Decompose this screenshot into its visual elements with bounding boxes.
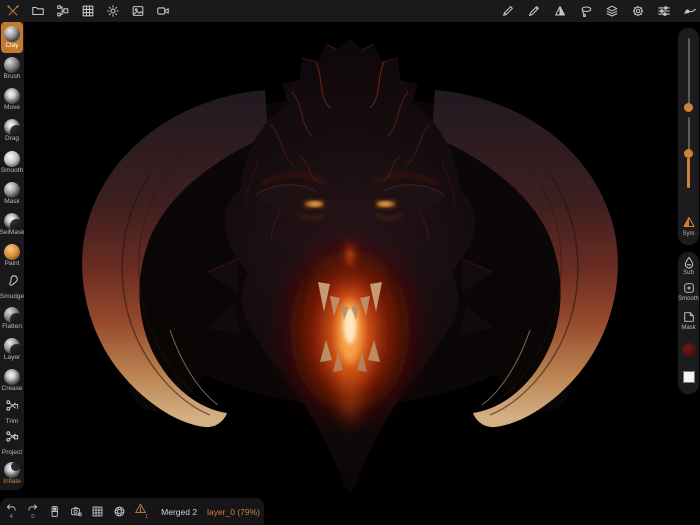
symmetry-label: Sym (678, 231, 699, 237)
paint-brush-icon (4, 244, 20, 260)
drag-brush-icon (4, 119, 20, 135)
trim-scissors-icon (5, 398, 20, 418)
sculpt-app-window: Clay Brush Move Drag Smooth Mask SelMask (0, 0, 700, 525)
falloff-curve-icon[interactable] (682, 4, 697, 19)
selmask-brush-icon (4, 213, 20, 229)
tool-label: Drag (5, 136, 19, 143)
radius-slider-handle[interactable] (684, 103, 693, 112)
clay-brush-icon (4, 26, 20, 42)
top-toolbar (0, 0, 700, 22)
tool-inflate[interactable]: Inflate (1, 459, 23, 490)
status-bar: 4 0 1 Merged 2 layer_0 (79%) (0, 498, 264, 525)
tool-layer[interactable]: Layer (1, 334, 23, 365)
render-settings-icon[interactable] (69, 505, 84, 518)
primary-color-swatch[interactable] (682, 343, 696, 357)
sculpt-canvas[interactable] (0, 0, 700, 525)
tools-icon[interactable] (5, 4, 20, 19)
warning-indicator[interactable]: 1 (134, 502, 149, 521)
tool-smudge[interactable]: Smudge (1, 272, 23, 303)
interface-toggle-icon[interactable] (47, 505, 62, 518)
environment-icon[interactable] (105, 4, 120, 19)
project-scissors-icon (5, 429, 20, 449)
stroke-options-panel: Sub Smooth Mask (678, 252, 699, 394)
tool-project[interactable]: Project (1, 427, 23, 458)
tool-label: Paint (5, 261, 20, 268)
settings-gear-icon[interactable] (630, 4, 645, 19)
tool-mask[interactable]: Mask (1, 178, 23, 209)
mask-brush-icon (4, 182, 20, 198)
tool-label: Crease (2, 386, 23, 393)
wireframe-toggle-icon[interactable] (112, 505, 127, 518)
brush-brush-icon (4, 57, 20, 73)
pencil-icon[interactable] (500, 4, 515, 19)
lasso-icon[interactable] (578, 4, 593, 19)
tool-label: Trim (6, 419, 19, 426)
move-brush-icon (4, 88, 20, 104)
sub-label: Sub (678, 270, 699, 276)
brush-toolbar: Clay Brush Move Drag Smooth Mask SelMask (0, 22, 24, 490)
inflate-brush-icon (4, 462, 20, 478)
smooth-mode-label: Smooth (678, 296, 699, 302)
tool-label: Brush (4, 74, 21, 81)
undo-count: 4 (10, 515, 13, 521)
sliders-icon[interactable] (656, 4, 671, 19)
mask-mode-icon[interactable] (683, 311, 695, 323)
scene-graph-icon[interactable] (55, 4, 70, 19)
radius-slider-track[interactable] (688, 38, 690, 110)
tool-label: Flatten (2, 324, 22, 331)
tool-label: Layer (4, 355, 20, 362)
topology-grid-icon[interactable] (80, 4, 95, 19)
sub-droplet-icon[interactable] (682, 256, 695, 269)
tool-label: SelMask (0, 230, 24, 237)
demon-head-render (0, 0, 700, 525)
tool-label: Move (4, 105, 20, 112)
layer-brush-icon (4, 338, 20, 354)
redo-count: 0 (31, 515, 34, 521)
tool-flatten[interactable]: Flatten (1, 303, 23, 334)
warning-count: 1 (145, 515, 148, 521)
folder-icon[interactable] (30, 4, 45, 19)
tool-move[interactable]: Move (1, 84, 23, 115)
tool-drag[interactable]: Drag (1, 116, 23, 147)
crease-brush-icon (4, 369, 20, 385)
tool-crease[interactable]: Crease (1, 365, 23, 396)
redo-button[interactable]: 0 (26, 502, 41, 521)
image-icon[interactable] (130, 4, 145, 19)
tool-brush[interactable]: Brush (1, 53, 23, 84)
tool-paint[interactable]: Paint (1, 240, 23, 271)
symmetry-icon[interactable] (683, 216, 695, 228)
layers-icon[interactable] (604, 4, 619, 19)
flatten-brush-icon (4, 307, 20, 323)
smooth-mode-icon[interactable] (683, 282, 695, 294)
tool-label: Project (2, 450, 22, 457)
tool-selmask[interactable]: SelMask (1, 209, 23, 240)
paint-tool-icon[interactable] (526, 4, 541, 19)
secondary-color-swatch[interactable] (683, 371, 695, 383)
tool-label: Smudge (0, 294, 24, 301)
grid-toggle-icon[interactable] (90, 505, 105, 518)
tool-label: Mask (4, 199, 20, 206)
tool-smooth[interactable]: Smooth (1, 147, 23, 178)
intensity-slider-handle[interactable] (684, 149, 693, 158)
mask-mode-label: Mask (678, 325, 699, 331)
primitives-icon[interactable] (552, 4, 567, 19)
mesh-name-label[interactable]: Merged 2 (161, 507, 197, 517)
tool-label: Clay (5, 43, 18, 50)
tool-trim[interactable]: Trim (1, 396, 23, 427)
smudge-brush-icon (5, 273, 20, 293)
camera-icon[interactable] (155, 4, 170, 19)
active-layer-label[interactable]: layer_0 (79%) (207, 507, 260, 517)
smooth-brush-icon (4, 151, 20, 167)
tool-clay[interactable]: Clay (1, 22, 23, 53)
undo-button[interactable]: 4 (4, 502, 19, 521)
slider-panel: Sym (678, 28, 699, 245)
tool-label: Inflate (3, 479, 21, 486)
tool-label: Smooth (1, 168, 23, 175)
intensity-slider-fill[interactable] (687, 158, 690, 188)
intensity-slider-track[interactable] (688, 117, 690, 153)
